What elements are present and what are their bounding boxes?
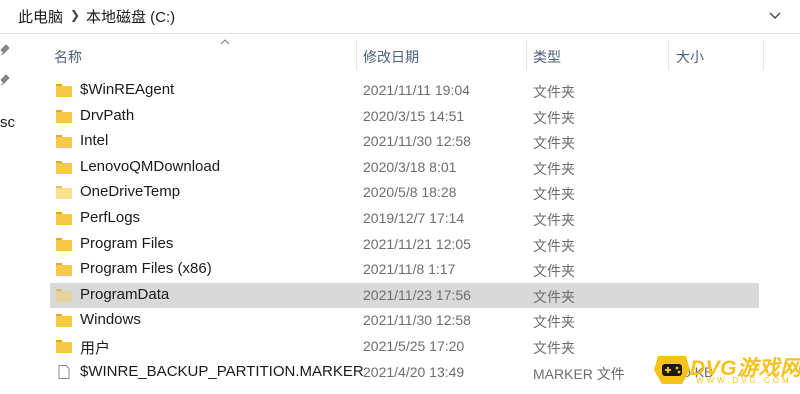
file-type: 文件夹 [533,340,575,356]
file-name: 用户 [80,340,111,357]
column-name[interactable]: 名称 [54,47,82,67]
file-row[interactable]: Program Files (x86) 2021/11/8 1:17 文件夹 [50,257,759,282]
file-date: 2021/11/21 12:05 [363,235,471,252]
column-date[interactable]: 修改日期 [363,47,419,67]
file-type: 文件夹 [533,160,575,177]
gamepad-logo-icon [654,356,690,384]
folder-icon [56,212,72,225]
file-name: DrvPath [80,106,135,124]
file-row[interactable]: LenovoQMDownload 2020/3/18 8:01 文件夹 [50,155,759,180]
file-name: Windows [80,311,141,329]
file-name: $WinREAgent [80,81,175,98]
file-row[interactable]: Program Files 2021/11/21 12:05 文件夹 [50,232,759,257]
folder-icon [56,84,72,97]
file-date: 2020/3/15 14:51 [363,107,465,124]
folder-icon [56,340,72,353]
file-name: $WINRE_BACKUP_PARTITION.MARKER [80,362,364,380]
file-type: 文件夹 [533,288,575,305]
file-row[interactable]: $WinREAgent 2021/11/11 19:04 文件夹 [50,78,759,103]
watermark-subtext: WWW.DVG.COM [696,376,792,385]
file-row[interactable]: PerfLogs 2019/12/7 17:14 文件夹 [50,206,759,231]
column-divider[interactable] [763,40,764,70]
file-row[interactable]: Windows 2021/11/30 12:58 文件夹 [50,308,759,333]
file-date: 2021/4/20 13:49 [363,363,465,380]
pin-icon[interactable] [0,74,10,86]
file-date: 2021/11/11 19:04 [363,82,470,98]
file-type: 文件夹 [533,186,575,203]
file-row[interactable]: Intel 2021/11/30 12:58 文件夹 [50,129,759,154]
folder-icon [56,288,72,302]
file-type: 文件夹 [533,314,575,331]
file-name: OneDriveTemp [80,183,181,201]
folder-icon [56,314,72,328]
file-date: 2020/3/18 8:01 [363,158,457,175]
file-name: Intel [80,132,109,150]
file-row[interactable]: OneDriveTemp 2020/5/8 18:28 文件夹 [50,180,759,205]
breadcrumb-separator-icon[interactable]: ❯ [70,8,80,22]
file-type: 文件夹 [533,135,575,152]
file-name: Program Files (x86) [80,260,212,278]
pin-icon[interactable] [0,44,10,56]
file-date: 2021/11/30 12:58 [363,133,471,150]
file-name: Program Files [80,234,174,252]
navigation-pane: sc [0,34,24,394]
file-type: 文件夹 [533,237,575,254]
file-name: PerfLogs [80,209,141,226]
folder-icon [56,135,72,149]
file-date: 2020/5/8 18:28 [363,184,457,201]
file-name: ProgramData [80,285,170,303]
file-icon [58,364,70,379]
nav-item-label[interactable]: sc [0,114,15,131]
chevron-down-icon[interactable] [768,8,782,22]
file-type: 文件夹 [533,84,575,100]
breadcrumb-this-pc[interactable]: 此电脑 [18,6,63,27]
file-type: 文件夹 [533,263,575,280]
address-bar[interactable]: 此电脑 ❯ 本地磁盘 (C:) [0,0,800,34]
column-divider[interactable] [526,40,527,70]
breadcrumb-current[interactable]: 本地磁盘 (C:) [86,6,175,27]
folder-icon [56,237,72,251]
file-type: 文件夹 [533,109,575,126]
column-header: 名称 修改日期 类型 大小 [24,34,800,74]
column-type[interactable]: 类型 [533,47,561,67]
file-date: 2021/11/23 17:56 [363,286,471,303]
folder-icon [56,109,72,123]
file-date: 2021/5/25 17:20 [363,338,465,354]
sort-ascending-icon [220,39,230,45]
folder-icon [56,263,72,277]
column-divider[interactable] [668,40,669,70]
file-type: 文件夹 [533,212,575,228]
column-divider[interactable] [356,40,357,70]
folder-icon [56,186,72,200]
file-row[interactable]: DrvPath 2020/3/15 14:51 文件夹 [50,104,759,129]
file-date: 2021/11/8 1:17 [363,261,456,278]
column-size[interactable]: 大小 [676,47,704,67]
file-row-selected[interactable]: ProgramData 2021/11/23 17:56 文件夹 [50,282,759,308]
file-type: MARKER 文件 [533,365,625,382]
file-date: 2021/11/30 12:58 [363,312,471,329]
folder-icon [56,160,72,174]
file-date: 2019/12/7 17:14 [363,210,465,226]
file-name: LenovoQMDownload [80,157,221,175]
